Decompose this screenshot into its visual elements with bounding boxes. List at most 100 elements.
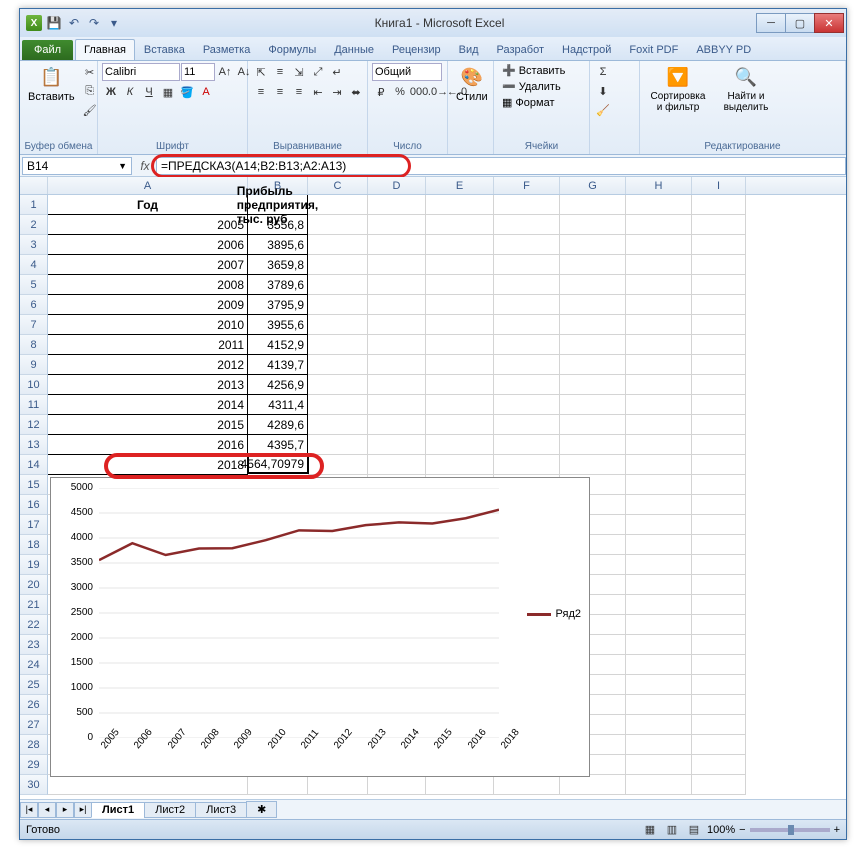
view-normal-icon[interactable]: ▦ (641, 821, 659, 839)
paste-button[interactable]: 📋 Вставить (24, 63, 79, 105)
cell-H26[interactable] (626, 695, 692, 715)
cell-I13[interactable] (692, 435, 746, 455)
cell-I3[interactable] (692, 235, 746, 255)
view-pagebreak-icon[interactable]: ▤ (685, 821, 703, 839)
cell-E2[interactable] (426, 215, 494, 235)
cell-C14[interactable] (308, 455, 368, 475)
cell-H7[interactable] (626, 315, 692, 335)
cell-I14[interactable] (692, 455, 746, 475)
cell-G2[interactable] (560, 215, 626, 235)
cell-A9[interactable]: 2012 (48, 355, 248, 375)
row-header-3[interactable]: 3 (20, 235, 48, 255)
cell-I25[interactable] (692, 675, 746, 695)
cell-A4[interactable]: 2007 (48, 255, 248, 275)
cell-D2[interactable] (368, 215, 426, 235)
cell-I23[interactable] (692, 635, 746, 655)
row-header-8[interactable]: 8 (20, 335, 48, 355)
cell-B8[interactable]: 4152,9 (248, 335, 308, 355)
cell-A2[interactable]: 2005 (48, 215, 248, 235)
cell-H23[interactable] (626, 635, 692, 655)
cell-E7[interactable] (426, 315, 494, 335)
cell-A13[interactable]: 2016 (48, 435, 248, 455)
cell-I11[interactable] (692, 395, 746, 415)
cell-D7[interactable] (368, 315, 426, 335)
row-header-7[interactable]: 7 (20, 315, 48, 335)
cell-I16[interactable] (692, 495, 746, 515)
cell-A1[interactable]: Год (48, 195, 248, 215)
tab-home[interactable]: Главная (75, 39, 135, 60)
sort-filter-button[interactable]: 🔽 Сортировка и фильтр (644, 63, 712, 115)
increase-decimal-icon[interactable]: .0→ (429, 83, 447, 101)
row-header-15[interactable]: 15 (20, 475, 48, 495)
cells-delete-button[interactable]: ➖Удалить (498, 79, 565, 94)
col-header-H[interactable]: H (626, 177, 692, 194)
row-header-22[interactable]: 22 (20, 615, 48, 635)
cell-F7[interactable] (494, 315, 560, 335)
cell-D30[interactable] (368, 775, 426, 795)
zoom-in-button[interactable]: + (834, 824, 840, 836)
cell-G11[interactable] (560, 395, 626, 415)
cell-E10[interactable] (426, 375, 494, 395)
cell-C3[interactable] (308, 235, 368, 255)
row-header-25[interactable]: 25 (20, 675, 48, 695)
cell-G8[interactable] (560, 335, 626, 355)
row-header-13[interactable]: 13 (20, 435, 48, 455)
orientation-icon[interactable]: ⤢ (309, 63, 327, 81)
increase-font-icon[interactable]: A↑ (216, 63, 234, 81)
border-icon[interactable]: ▦ (159, 83, 177, 101)
cell-F13[interactable] (494, 435, 560, 455)
cell-H25[interactable] (626, 675, 692, 695)
row-header-17[interactable]: 17 (20, 515, 48, 535)
cell-B12[interactable]: 4289,6 (248, 415, 308, 435)
cell-I29[interactable] (692, 755, 746, 775)
cell-H16[interactable] (626, 495, 692, 515)
cell-F9[interactable] (494, 355, 560, 375)
row-header-24[interactable]: 24 (20, 655, 48, 675)
cell-B1[interactable]: Прибыль предприятия, тыс. руб (248, 195, 308, 215)
cell-I9[interactable] (692, 355, 746, 375)
cell-A7[interactable]: 2010 (48, 315, 248, 335)
cell-C30[interactable] (308, 775, 368, 795)
cell-I26[interactable] (692, 695, 746, 715)
cell-E13[interactable] (426, 435, 494, 455)
cell-H12[interactable] (626, 415, 692, 435)
cell-G3[interactable] (560, 235, 626, 255)
tab-formulas[interactable]: Формулы (259, 39, 325, 60)
sheet-tab-1[interactable]: Лист1 (91, 802, 145, 818)
cell-D4[interactable] (368, 255, 426, 275)
sheet-tab-3[interactable]: Лист3 (195, 802, 247, 818)
cell-H22[interactable] (626, 615, 692, 635)
cell-C6[interactable] (308, 295, 368, 315)
cell-E12[interactable] (426, 415, 494, 435)
cell-C10[interactable] (308, 375, 368, 395)
embedded-chart[interactable]: 0500100015002000250030003500400045005000… (50, 477, 590, 777)
cell-F5[interactable] (494, 275, 560, 295)
cell-E14[interactable] (426, 455, 494, 475)
row-header-10[interactable]: 10 (20, 375, 48, 395)
cell-H24[interactable] (626, 655, 692, 675)
sheet-tab-2[interactable]: Лист2 (144, 802, 196, 818)
cell-I6[interactable] (692, 295, 746, 315)
cut-icon[interactable]: ✂ (81, 63, 99, 81)
fill-icon[interactable]: ⬇ (594, 82, 612, 100)
cell-D5[interactable] (368, 275, 426, 295)
cell-I2[interactable] (692, 215, 746, 235)
cell-G1[interactable] (560, 195, 626, 215)
redo-icon[interactable]: ↷ (86, 15, 102, 31)
row-header-11[interactable]: 11 (20, 395, 48, 415)
cell-H28[interactable] (626, 735, 692, 755)
percent-icon[interactable]: % (391, 83, 409, 101)
cell-E8[interactable] (426, 335, 494, 355)
cell-H30[interactable] (626, 775, 692, 795)
col-header-A[interactable]: A (48, 177, 248, 194)
row-header-12[interactable]: 12 (20, 415, 48, 435)
cell-H21[interactable] (626, 595, 692, 615)
cell-I21[interactable] (692, 595, 746, 615)
name-box[interactable]: B14 ▼ (22, 157, 132, 175)
cell-I1[interactable] (692, 195, 746, 215)
cell-B4[interactable]: 3659,8 (248, 255, 308, 275)
fx-button[interactable]: fx (134, 159, 156, 173)
cell-A3[interactable]: 2006 (48, 235, 248, 255)
align-right-icon[interactable]: ≡ (290, 83, 308, 101)
format-painter-icon[interactable]: 🖌 (81, 101, 99, 119)
